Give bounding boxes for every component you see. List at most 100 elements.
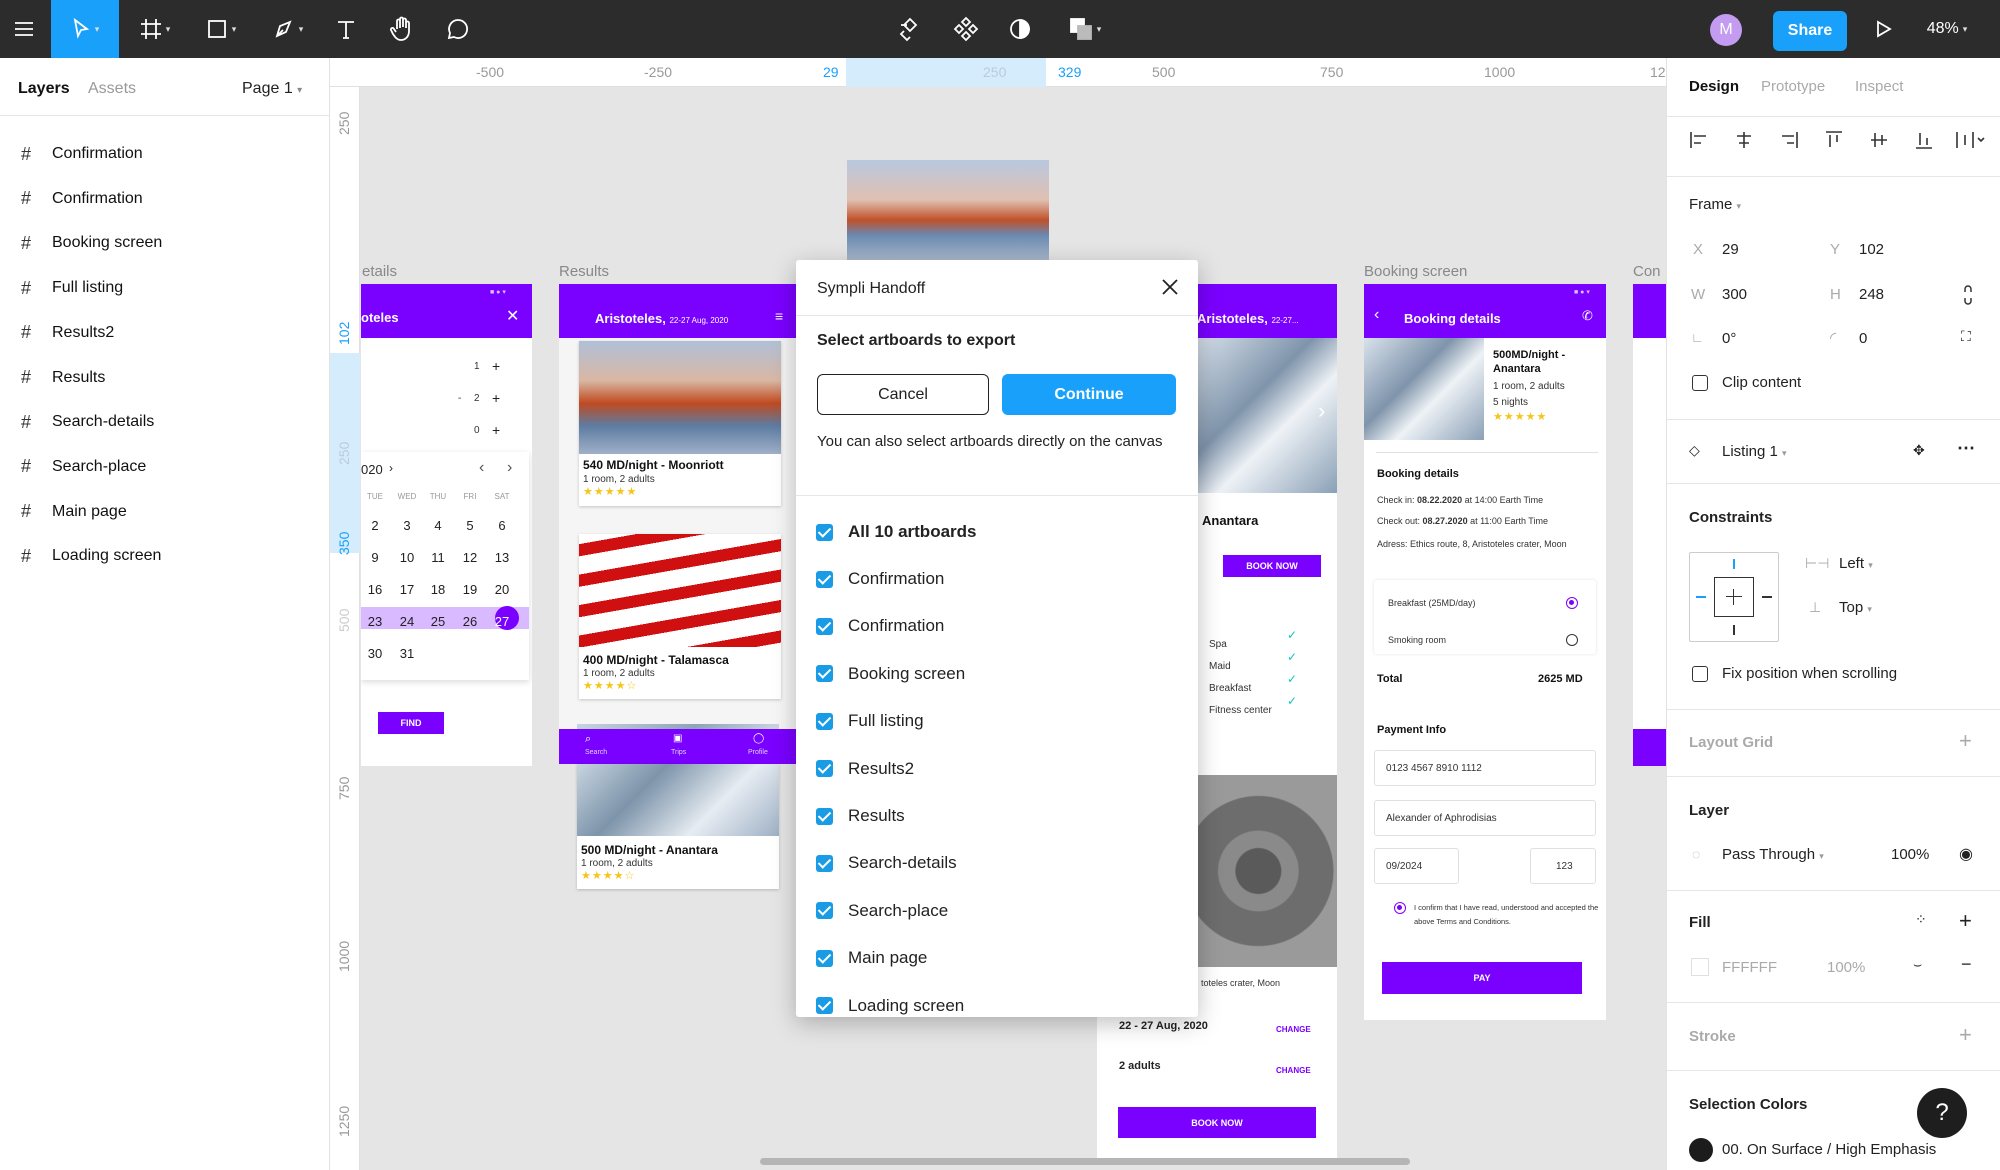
- constraint-bottom-indicator[interactable]: [1733, 625, 1735, 635]
- layer-item[interactable]: # Results2: [0, 311, 329, 355]
- comment-tool-icon[interactable]: [438, 0, 478, 58]
- selection-color-swatch[interactable]: [1689, 1138, 1713, 1162]
- mask-icon[interactable]: [1000, 0, 1040, 58]
- align-center-h-icon[interactable]: [1734, 130, 1754, 150]
- card-holder-field[interactable]: Alexander of Aphrodisias: [1374, 800, 1596, 836]
- remove-fill-icon[interactable]: −: [1961, 954, 1972, 975]
- independent-corners-icon[interactable]: ⛶: [1961, 328, 1971, 345]
- book-now-button[interactable]: BOOK NOW: [1223, 555, 1321, 577]
- constraints-widget[interactable]: [1689, 552, 1779, 642]
- layer-opacity-input[interactable]: 100%: [1891, 846, 1929, 863]
- calendar-day[interactable]: 26: [458, 614, 482, 629]
- terms-radio[interactable]: [1394, 902, 1406, 914]
- calendar-day[interactable]: 16: [363, 582, 387, 597]
- minus-icon[interactable]: -: [458, 393, 461, 404]
- y-input[interactable]: 102: [1859, 241, 1884, 258]
- clip-content-checkbox[interactable]: [1692, 375, 1708, 391]
- layer-item[interactable]: # Search-details: [0, 400, 329, 444]
- calendar-day[interactable]: 18: [426, 582, 450, 597]
- frame-confirmation[interactable]: [1633, 284, 1666, 766]
- checkbox-artboard[interactable]: Main page: [816, 943, 927, 973]
- width-input[interactable]: 300: [1722, 286, 1747, 303]
- checkbox-artboard[interactable]: Confirmation: [816, 611, 944, 641]
- rotation-input[interactable]: 0°: [1722, 330, 1736, 347]
- calendar-day[interactable]: 6: [490, 518, 514, 533]
- page-selector[interactable]: Page 1 ▾: [242, 80, 302, 98]
- find-button[interactable]: FIND: [378, 712, 444, 734]
- checkbox-artboard[interactable]: Search-details: [816, 848, 957, 878]
- result-card[interactable]: 400 MD/night - Talamasca 1 room, 2 adult…: [579, 534, 781, 699]
- nav-profile[interactable]: Profile: [748, 749, 768, 756]
- help-button[interactable]: ?: [1917, 1088, 1967, 1138]
- next-month-icon[interactable]: ›: [507, 459, 512, 477]
- tab-assets[interactable]: Assets: [88, 80, 136, 98]
- component-link-icon[interactable]: [890, 0, 930, 58]
- card-number-field[interactable]: 0123 4567 8910 1112: [1374, 750, 1596, 786]
- layer-item[interactable]: # Main page: [0, 490, 329, 534]
- align-left-icon[interactable]: [1689, 130, 1709, 150]
- text-tool-button[interactable]: [328, 0, 364, 58]
- align-middle-v-icon[interactable]: [1869, 130, 1889, 150]
- frame-search-details[interactable]: ■ ● ▾ oteles ✕ 1 + - 2 + 0 + 020 › ‹ › T…: [361, 284, 532, 766]
- component-dropdown[interactable]: Listing 1 ▾: [1722, 443, 1787, 460]
- checkbox-artboard[interactable]: Loading screen: [816, 991, 964, 1017]
- present-play-icon[interactable]: [1868, 0, 1900, 58]
- main-menu-icon[interactable]: [0, 0, 48, 58]
- layer-item[interactable]: # Confirmation: [0, 177, 329, 221]
- cvv-field[interactable]: 123: [1530, 848, 1596, 884]
- result-card[interactable]: 540 MD/night - Moonriott 1 room, 2 adult…: [579, 341, 781, 506]
- breakfast-radio[interactable]: [1566, 597, 1578, 609]
- calendar-day[interactable]: 27: [490, 614, 514, 629]
- hidden-eye-icon[interactable]: ⌣: [1913, 956, 1922, 973]
- prev-month-icon[interactable]: ‹: [479, 459, 484, 477]
- align-top-icon[interactable]: [1824, 130, 1844, 150]
- tab-design[interactable]: Design: [1689, 78, 1739, 95]
- add-fill-icon[interactable]: +: [1959, 908, 1972, 934]
- fix-position-checkbox[interactable]: [1692, 666, 1708, 682]
- calendar-day[interactable]: 23: [363, 614, 387, 629]
- frame-label-booking[interactable]: Booking screen: [1364, 263, 1467, 280]
- checkbox-artboard[interactable]: Confirmation: [816, 564, 944, 594]
- canvas-scrollbar[interactable]: [760, 1158, 1410, 1165]
- checkbox-artboard[interactable]: Search-place: [816, 896, 948, 926]
- layer-item[interactable]: # Results: [0, 356, 329, 400]
- share-button[interactable]: Share: [1773, 11, 1847, 51]
- canvas-image-dunes[interactable]: [847, 160, 1049, 260]
- constraint-top-indicator[interactable]: [1733, 559, 1735, 569]
- frame-booking-screen[interactable]: ■ ● ▾ ‹ Booking details ✆ 500MD/night - …: [1364, 284, 1606, 1020]
- result-card[interactable]: 500 MD/night - Anantara 1 room, 2 adults…: [577, 764, 779, 889]
- cancel-button[interactable]: Cancel: [817, 374, 989, 415]
- layer-item[interactable]: # Full listing: [0, 266, 329, 310]
- search-icon[interactable]: ⌕: [585, 733, 591, 746]
- calendar-day[interactable]: 3: [395, 518, 419, 533]
- fill-opacity-input[interactable]: 100%: [1827, 959, 1865, 976]
- close-icon[interactable]: ✕: [506, 306, 519, 326]
- constraint-left-indicator[interactable]: [1696, 596, 1706, 598]
- calendar-day[interactable]: 20: [490, 582, 514, 597]
- fill-swatch[interactable]: [1691, 958, 1709, 976]
- constrain-proportions-icon[interactable]: [1961, 284, 1975, 306]
- close-icon[interactable]: [1159, 276, 1181, 298]
- book-now-bottom-button[interactable]: BOOK NOW: [1118, 1107, 1316, 1138]
- checkbox-artboard[interactable]: Results2: [816, 754, 914, 784]
- frame-tool-button[interactable]: ▾: [130, 0, 180, 58]
- x-input[interactable]: 29: [1722, 241, 1739, 258]
- layer-item[interactable]: # Search-place: [0, 445, 329, 489]
- tab-prototype[interactable]: Prototype: [1761, 78, 1825, 95]
- plus-icon[interactable]: +: [492, 422, 500, 438]
- calendar-day[interactable]: 9: [363, 550, 387, 565]
- calendar-day[interactable]: 25: [426, 614, 450, 629]
- tab-layers[interactable]: Layers: [18, 80, 70, 98]
- calendar-day[interactable]: 12: [458, 550, 482, 565]
- calendar-day[interactable]: 5: [458, 518, 482, 533]
- plus-icon[interactable]: +: [492, 390, 500, 406]
- shape-tool-button[interactable]: ▾: [196, 0, 246, 58]
- hand-tool-icon[interactable]: [382, 0, 422, 58]
- calendar-day[interactable]: 31: [395, 646, 419, 661]
- calendar-day[interactable]: 10: [395, 550, 419, 565]
- add-layout-grid-icon[interactable]: +: [1959, 728, 1972, 754]
- align-bottom-icon[interactable]: [1914, 130, 1934, 150]
- move-tool-button[interactable]: ▾: [51, 0, 119, 58]
- calendar-day[interactable]: 4: [426, 518, 450, 533]
- selection-color-name[interactable]: 00. On Surface / High Emphasis: [1722, 1141, 1936, 1158]
